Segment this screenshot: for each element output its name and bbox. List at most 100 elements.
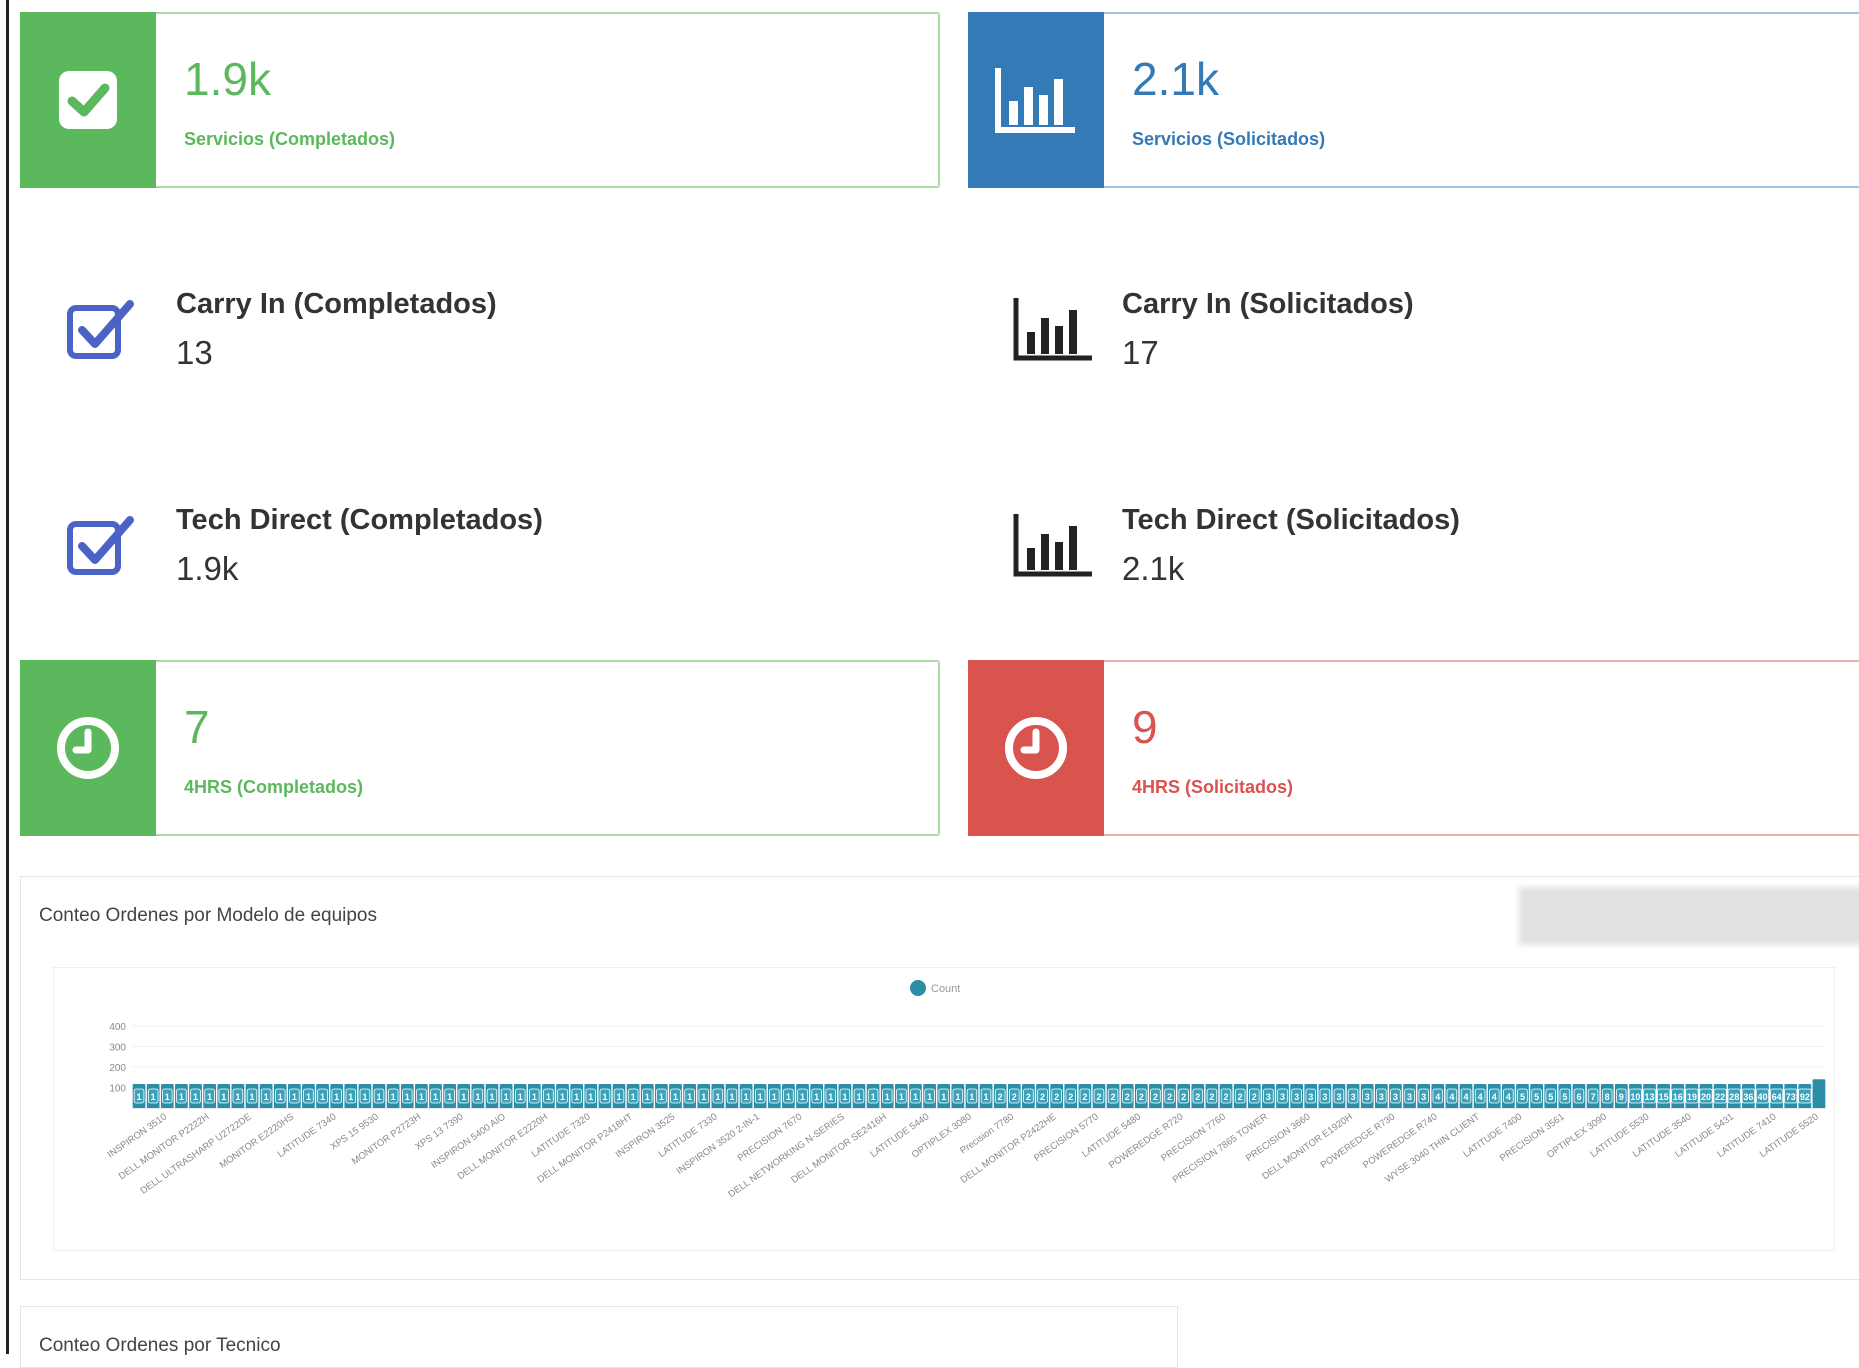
data-label: 2 (1082, 1092, 1087, 1102)
data-label: 1 (249, 1092, 254, 1102)
data-label: 1 (588, 1092, 593, 1102)
check-square-icon (66, 298, 136, 365)
stat-title: Carry In (Completados) (176, 288, 497, 320)
data-label: 2 (1125, 1092, 1130, 1102)
data-label: 3 (1351, 1092, 1356, 1102)
data-label: 1 (729, 1092, 734, 1102)
x-tick-label: MONITOR E2220HS (218, 1111, 296, 1170)
check-square-icon (20, 12, 156, 188)
data-label: 1 (871, 1092, 876, 1102)
data-label: 1 (701, 1092, 706, 1102)
stat-value: 17 (1122, 334, 1159, 371)
data-label: 2 (1238, 1092, 1243, 1102)
bar-chart-icon (1012, 296, 1094, 367)
stat-title: Tech Direct (Completados) (176, 504, 543, 536)
x-tick-label: POWEREDGE R730 (1319, 1111, 1398, 1171)
legend-marker (910, 980, 926, 996)
data-label: 3 (1421, 1092, 1426, 1102)
data-label: 2 (1012, 1092, 1017, 1102)
stat-title: Tech Direct (Solicitados) (1122, 504, 1460, 536)
data-label: 1 (715, 1092, 720, 1102)
info-box-servicios-solicitados: 2.1k Servicios (Solicitados) (968, 12, 1859, 188)
data-label: 40 (1757, 1092, 1767, 1102)
chart-panel-title: Conteo Ordenes por Modelo de equipos (39, 905, 378, 926)
y-tick-label: 300 (109, 1043, 126, 1054)
data-label: 1 (574, 1092, 579, 1102)
legend-label: Count (931, 983, 960, 995)
y-tick-label: 200 (109, 1063, 126, 1074)
data-label: 5 (1548, 1092, 1553, 1102)
stat-value: 1.9k (176, 550, 239, 587)
data-label: 1 (151, 1092, 156, 1102)
data-label: 28 (1729, 1092, 1739, 1102)
info-box-value: 2.1k (1132, 53, 1219, 105)
data-label: 3 (1308, 1092, 1313, 1102)
data-label: 2 (1167, 1092, 1172, 1102)
data-label: 1 (955, 1092, 960, 1102)
data-label: 3 (1266, 1092, 1271, 1102)
info-box-label: 4HRS (Solicitados) (1132, 777, 1294, 797)
data-label: 1 (306, 1092, 311, 1102)
info-box-servicios-completados: 1.9k Servicios (Completados) (20, 12, 940, 188)
data-label: 9 (1619, 1092, 1624, 1102)
data-label: 4 (1435, 1092, 1440, 1102)
data-label: 1 (433, 1092, 438, 1102)
data-label: 2 (1026, 1092, 1031, 1102)
data-label: 5 (1562, 1092, 1567, 1102)
clock-icon (20, 660, 156, 836)
data-label: 1 (899, 1092, 904, 1102)
x-tick-label: POWEREDGE R720 (1107, 1111, 1186, 1171)
data-label: 22 (1715, 1092, 1725, 1102)
y-tick-label: 400 (109, 1022, 126, 1033)
data-label: 1 (165, 1092, 170, 1102)
data-label: 16 (1673, 1092, 1683, 1102)
data-label: 1 (857, 1092, 862, 1102)
bar (1812, 1079, 1826, 1108)
data-label: 20 (1701, 1092, 1711, 1102)
data-label: 3 (1407, 1092, 1412, 1102)
data-label: 1 (334, 1092, 339, 1102)
data-label: 2 (1209, 1092, 1214, 1102)
data-label: 36 (1743, 1092, 1753, 1102)
data-label: 1 (617, 1092, 622, 1102)
data-label: 64 (1772, 1092, 1782, 1102)
info-box-value: 9 (1132, 701, 1158, 753)
data-label: 1 (828, 1092, 833, 1102)
data-label: 92 (1800, 1092, 1810, 1102)
data-label: 73 (1786, 1092, 1796, 1102)
left-border (6, 0, 9, 1354)
data-label: 1 (235, 1092, 240, 1102)
data-label: 8 (1605, 1092, 1610, 1102)
data-label: 1 (278, 1092, 283, 1102)
data-label: 1 (673, 1092, 678, 1102)
data-label: 1 (687, 1092, 692, 1102)
info-box-label: Servicios (Solicitados) (1132, 129, 1326, 149)
data-label: 1 (292, 1092, 297, 1102)
data-label: 10 (1630, 1092, 1640, 1102)
info-box-label: Servicios (Completados) (184, 129, 396, 149)
data-label: 2 (1040, 1092, 1045, 1102)
info-box-label: 4HRS (Completados) (184, 777, 364, 797)
data-label: 1 (631, 1092, 636, 1102)
data-label: 1 (447, 1092, 452, 1102)
data-label: 1 (320, 1092, 325, 1102)
data-label: 1 (489, 1092, 494, 1102)
data-label: 6 (1576, 1092, 1581, 1102)
bar-chart: Count1002003004001 1 1 1 1 1 1 1 1 1 1 1 1 1 1 1 1 1 1 1 1 1 1… (106, 980, 1826, 1200)
data-label: 1 (405, 1092, 410, 1102)
data-label: 2 (1195, 1092, 1200, 1102)
data-label: 1 (885, 1092, 890, 1102)
data-label: 1 (264, 1092, 269, 1102)
data-label: 1 (941, 1092, 946, 1102)
data-label: 1 (659, 1092, 664, 1102)
x-tick-label: POWEREDGE R740 (1361, 1111, 1440, 1171)
data-label: 4 (1449, 1092, 1454, 1102)
data-label: 3 (1294, 1092, 1299, 1102)
check-square-icon (66, 514, 136, 581)
data-label: 1 (193, 1092, 198, 1102)
info-box-4hrs-solicitados: 9 4HRS (Solicitados) (968, 660, 1859, 836)
data-label: 1 (221, 1092, 226, 1102)
data-label: 2 (1224, 1092, 1229, 1102)
data-label: 1 (137, 1092, 142, 1102)
data-label: 1 (348, 1092, 353, 1102)
